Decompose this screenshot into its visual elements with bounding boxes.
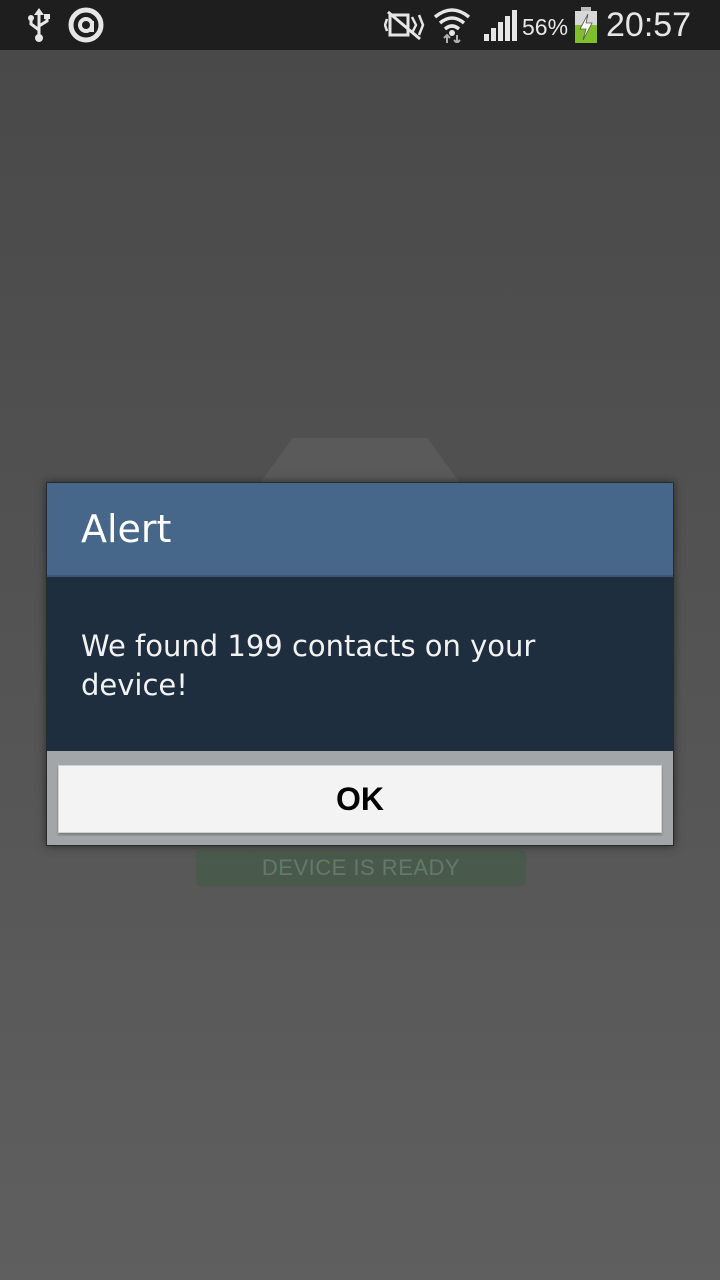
dialog-title: Alert bbox=[81, 507, 172, 551]
ok-button[interactable]: OK bbox=[58, 765, 662, 833]
dialog-title-bar: Alert bbox=[47, 483, 673, 577]
alert-dialog: Alert We found 199 contacts on your devi… bbox=[46, 482, 674, 846]
battery-charging-icon bbox=[572, 0, 600, 50]
signal-icon bbox=[480, 0, 520, 50]
wifi-icon bbox=[432, 0, 472, 50]
clock: 20:57 bbox=[606, 6, 692, 44]
status-bar: 56% 20:57 bbox=[0, 0, 720, 50]
mute-icon bbox=[382, 0, 428, 50]
dialog-body: We found 199 contacts on your device! bbox=[47, 577, 673, 751]
app-notification-icon bbox=[66, 0, 106, 50]
usb-icon bbox=[22, 0, 56, 50]
battery-percent: 56% bbox=[522, 14, 569, 40]
dialog-message: We found 199 contacts on your device! bbox=[81, 629, 536, 702]
device-status-badge: DEVICE IS READY bbox=[196, 850, 526, 886]
